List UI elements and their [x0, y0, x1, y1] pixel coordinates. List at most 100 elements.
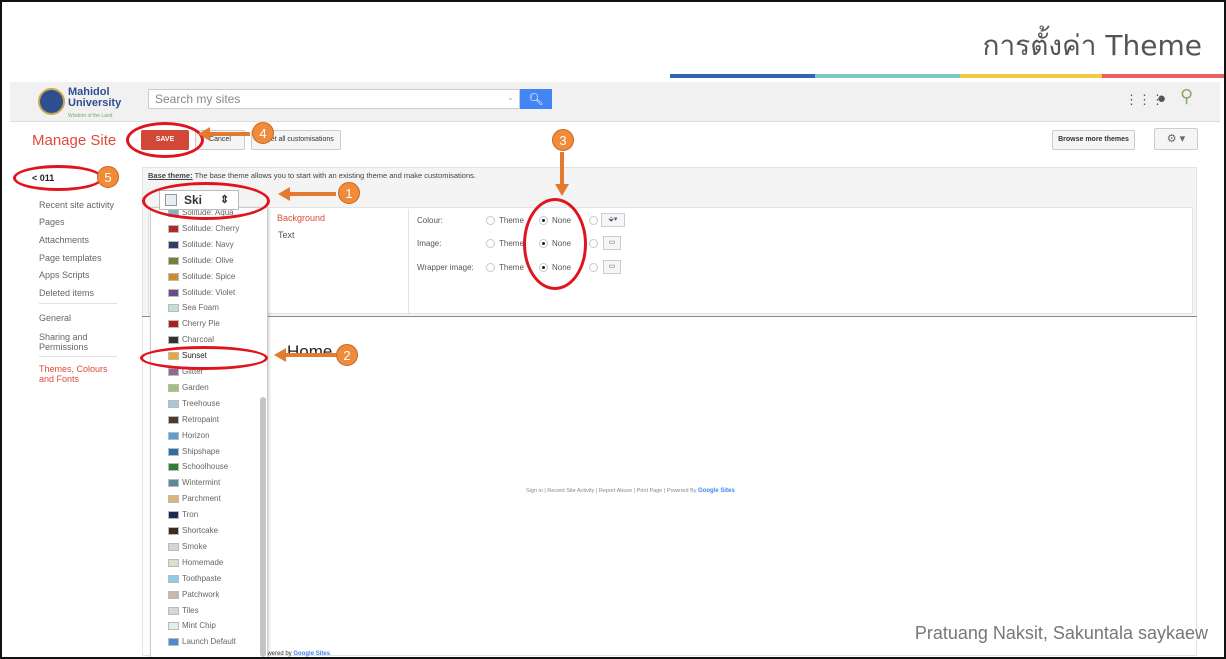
sidebar-item-attachments[interactable]: Attachments: [39, 235, 89, 245]
sidebar-item-recent-activity[interactable]: Recent site activity: [39, 200, 114, 210]
theme-option[interactable]: Homemade: [168, 556, 223, 570]
theme-option[interactable]: Patchwork: [168, 588, 219, 602]
theme-option[interactable]: Schoolhouse: [168, 460, 228, 474]
theme-option[interactable]: Treehouse: [168, 397, 220, 411]
arrow-3: [560, 152, 564, 186]
sidebar-item-page-templates[interactable]: Page templates: [39, 253, 102, 263]
theme-option-label: Solitude: Cherry: [182, 223, 240, 233]
panel-divider: [408, 209, 409, 313]
wrapper-image-picker-icon[interactable]: ▭: [603, 260, 621, 274]
sidebar-item-pages[interactable]: Pages: [39, 217, 65, 227]
search-button[interactable]: 🔍︎: [520, 89, 552, 109]
notifications-icon[interactable]: ●: [1157, 90, 1166, 107]
colour-custom-radio[interactable]: [589, 216, 598, 225]
theme-option-label: Treehouse: [182, 398, 220, 408]
theme-option[interactable]: Solitude: Cherry: [168, 222, 239, 236]
theme-option[interactable]: Retropaint: [168, 413, 219, 427]
theme-swatch-icon: [168, 368, 179, 376]
theme-option[interactable]: Launch Default: [168, 635, 236, 649]
theme-option[interactable]: Smoke: [168, 540, 207, 554]
theme-option[interactable]: Parchment: [168, 492, 221, 506]
university-logo[interactable]: Mahidol University Wisdom of the Land: [68, 87, 121, 122]
theme-option[interactable]: Shortcake: [168, 524, 218, 538]
theme-option[interactable]: Solitude: Spice: [168, 270, 235, 284]
sidebar-item-sharing[interactable]: Sharing and Permissions: [39, 332, 114, 352]
sidebar-divider: [39, 356, 117, 357]
wrapper-theme-radio[interactable]: [486, 263, 495, 272]
theme-option[interactable]: Solitude: Olive: [168, 254, 234, 268]
theme-option-label: Launch Default: [182, 637, 236, 647]
image-theme-radio[interactable]: [486, 239, 495, 248]
theme-swatch-icon: [168, 479, 179, 488]
arrow-3-head: [555, 184, 569, 196]
theme-option[interactable]: Wintermint: [168, 476, 220, 490]
arrow-1: [290, 192, 336, 196]
account-icon[interactable]: ⚲: [1180, 86, 1193, 107]
theme-option-label: Patchwork: [182, 589, 220, 599]
wrapper-custom-radio[interactable]: [589, 263, 598, 272]
theme-option-label: Solitude: Violet: [182, 287, 236, 297]
top-bar: Mahidol University Wisdom of the Land Se…: [10, 82, 1220, 122]
dropdown-scrollbar[interactable]: [260, 397, 266, 657]
google-sites-link[interactable]: Google Sites: [698, 488, 735, 494]
theme-option[interactable]: Tiles: [168, 604, 199, 618]
site-preview: [142, 316, 1197, 656]
theme-option[interactable]: Toothpaste: [168, 572, 221, 586]
colour-label: Colour:: [417, 216, 443, 225]
theme-option-label: Tiles: [182, 605, 199, 615]
theme-option[interactable]: Mint Chip: [168, 619, 216, 633]
theme-option-label: Solitude: Olive: [182, 255, 234, 265]
theme-option[interactable]: Solitude: Violet: [168, 286, 235, 300]
theme-option-label: Solitude: Navy: [182, 239, 234, 249]
base-theme-description: Base theme: The base theme allows you to…: [148, 171, 476, 180]
theme-option-label: Toothpaste: [182, 573, 222, 583]
theme-option[interactable]: Horizon: [168, 429, 210, 443]
browse-more-themes-button[interactable]: Browse more themes: [1052, 130, 1135, 150]
theme-swatch-icon: [168, 638, 179, 647]
text-section-link[interactable]: Text: [278, 230, 295, 240]
step-number-4: 4: [252, 122, 274, 144]
logo-tagline: Wisdom of the Land: [68, 113, 113, 119]
image-custom-radio[interactable]: [589, 239, 598, 248]
theme-option[interactable]: Sea Foam: [168, 301, 219, 315]
theme-option[interactable]: Garden: [168, 381, 209, 395]
theme-swatch-icon: [168, 224, 179, 233]
powered-by-footer: Powered by Google Sites: [260, 651, 330, 657]
search-input[interactable]: Search my sites: [148, 89, 520, 109]
theme-option-label: Solitude: Spice: [182, 271, 236, 281]
sidebar-item-themes[interactable]: Themes, Colours and Fonts: [39, 364, 119, 384]
colour-theme-radio[interactable]: [486, 216, 495, 225]
settings-gear-button[interactable]: ⚙ ▾: [1154, 128, 1198, 150]
background-section-link[interactable]: Background: [277, 213, 325, 223]
theme-swatch-icon: [168, 463, 179, 472]
preview-divider: [142, 316, 1197, 317]
theme-option-label: Tron: [182, 510, 199, 520]
arrow-2: [286, 353, 336, 357]
search-dropdown-icon[interactable]: ⌄: [507, 93, 514, 102]
sidebar-item-general[interactable]: General: [39, 313, 71, 323]
theme-swatch-icon: [168, 320, 179, 329]
university-logo-icon: [38, 88, 65, 115]
theme-option-label: Cherry Pie: [182, 319, 220, 329]
theme-option-label: Shipshape: [182, 446, 220, 456]
sidebar-item-apps-scripts[interactable]: Apps Scripts: [39, 270, 90, 280]
highlight-ring-save: [126, 122, 204, 158]
theme-swatch-icon: [168, 256, 179, 265]
theme-option[interactable]: Solitude: Navy: [168, 238, 234, 252]
image-picker-icon[interactable]: ▭: [603, 236, 621, 250]
powered-by-google-sites-link[interactable]: Google Sites: [293, 651, 330, 657]
preview-footer-links[interactable]: Sign in | Recent Site Activity | Report …: [526, 488, 697, 494]
theme-option[interactable]: Cherry Pie: [168, 317, 220, 331]
highlight-ring-back: [13, 165, 103, 191]
theme-swatch-icon: [168, 558, 179, 567]
paint-bucket-icon[interactable]: ⬙▾: [601, 213, 625, 227]
arrow-4: [210, 132, 250, 136]
theme-swatch-icon: [168, 495, 179, 504]
sidebar-item-deleted-items[interactable]: Deleted items: [39, 288, 94, 298]
manage-site-title: Manage Site: [32, 132, 117, 149]
theme-swatch-icon: [168, 431, 179, 440]
accent-bar-red: [1102, 74, 1224, 78]
theme-option[interactable]: Shipshape: [168, 445, 220, 459]
theme-option[interactable]: Tron: [168, 508, 198, 522]
theme-swatch-icon: [168, 527, 179, 535]
